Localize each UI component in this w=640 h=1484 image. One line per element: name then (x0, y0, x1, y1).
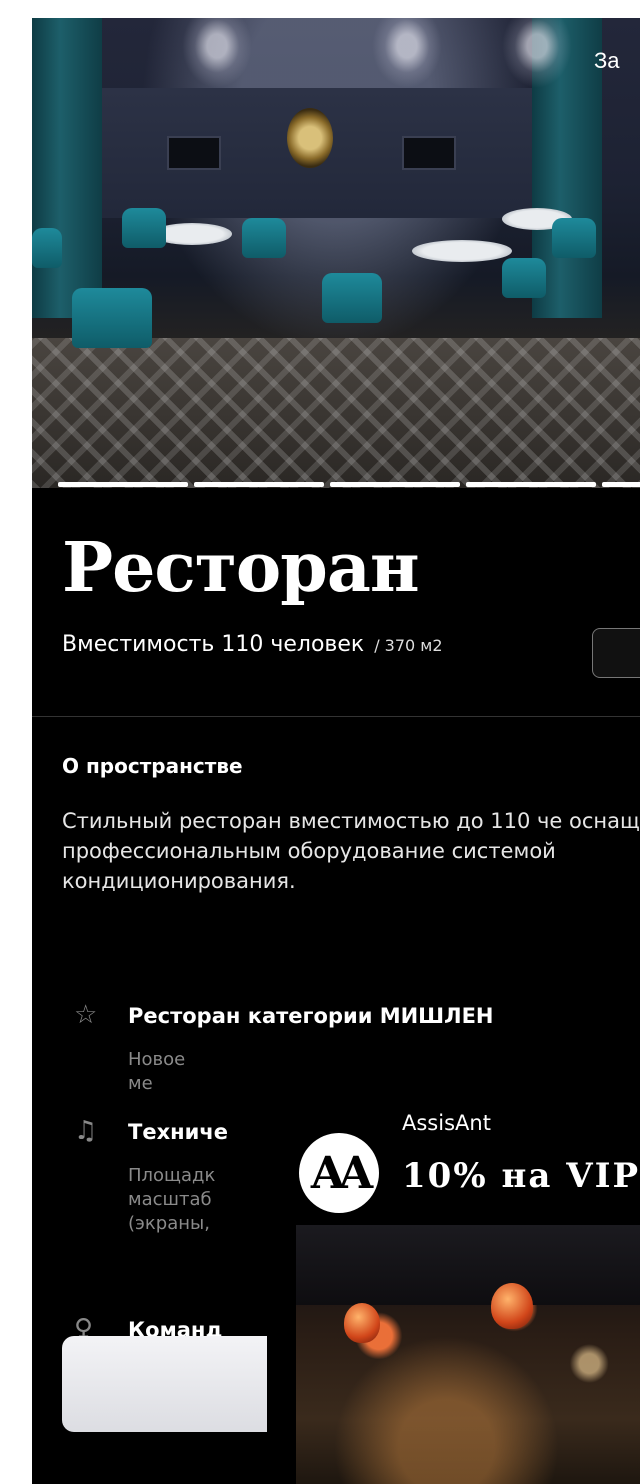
venue-action-chip[interactable] (592, 628, 640, 678)
hero-curtain-left (32, 18, 102, 318)
feature-title: Ресторан категории МИШЛЕН (128, 1004, 494, 1028)
gallery-page-indicator[interactable] (466, 482, 596, 487)
feature-subtitle: Площадк масштаб (экраны, (128, 1165, 216, 1234)
lantern-lamp (344, 1303, 380, 1343)
app-logo: AA (299, 1133, 379, 1213)
capacity-label: Вместимость 110 человек (62, 632, 365, 657)
hero-chair (72, 288, 152, 348)
hero-photo[interactable] (32, 18, 640, 488)
lantern-lamp (491, 1283, 533, 1329)
feature-title: Техниче (128, 1120, 228, 1144)
feature-subtitle: Новое ме (128, 1049, 186, 1094)
gallery-page-indicator[interactable] (602, 482, 640, 487)
primary-button[interactable] (62, 1336, 302, 1432)
hero-label: За (594, 48, 620, 73)
venue-title: Ресторан (62, 528, 420, 608)
notification-app-name: AssisAnt (402, 1111, 491, 1135)
hero-floor (32, 338, 640, 488)
venue-capacity: Вместимость 110 человек / 370 м2 (62, 632, 443, 657)
gallery-page-indicator[interactable] (330, 482, 460, 487)
divider (32, 716, 640, 717)
gallery-pager (58, 482, 640, 487)
hero-chandelier (182, 18, 252, 88)
hero-tv (167, 136, 221, 170)
hero-chair (552, 218, 596, 258)
hero-tv (402, 136, 456, 170)
hero-chandelier (372, 18, 442, 88)
hero-chair (32, 228, 62, 268)
hero-chair (502, 258, 546, 298)
hero-table (412, 240, 512, 262)
notification-headline: 10% на VIP (402, 1156, 640, 1196)
area-label: / 370 м2 (374, 636, 443, 655)
push-notification[interactable]: AA AssisAnt 10% на VIP (267, 1073, 640, 1484)
hero-chair (122, 208, 166, 248)
hero-mirror (287, 108, 333, 168)
about-heading: О пространстве (62, 754, 243, 778)
app-screen: За Ресторан Вместимость 110 человек / 370… (32, 18, 640, 1484)
star-icon: ☆ (74, 1000, 98, 1030)
gallery-page-indicator[interactable] (58, 482, 188, 487)
ceiling-beam (296, 1225, 640, 1305)
gallery-page-indicator[interactable] (194, 482, 324, 487)
hero-chair (242, 218, 286, 258)
hero-chandelier (502, 18, 572, 88)
music-note-icon: ♫ (74, 1116, 98, 1146)
about-text: Стильный ресторан вместимостью до 110 че… (62, 809, 640, 893)
notification-image (296, 1225, 640, 1484)
hero-chair (322, 273, 382, 323)
